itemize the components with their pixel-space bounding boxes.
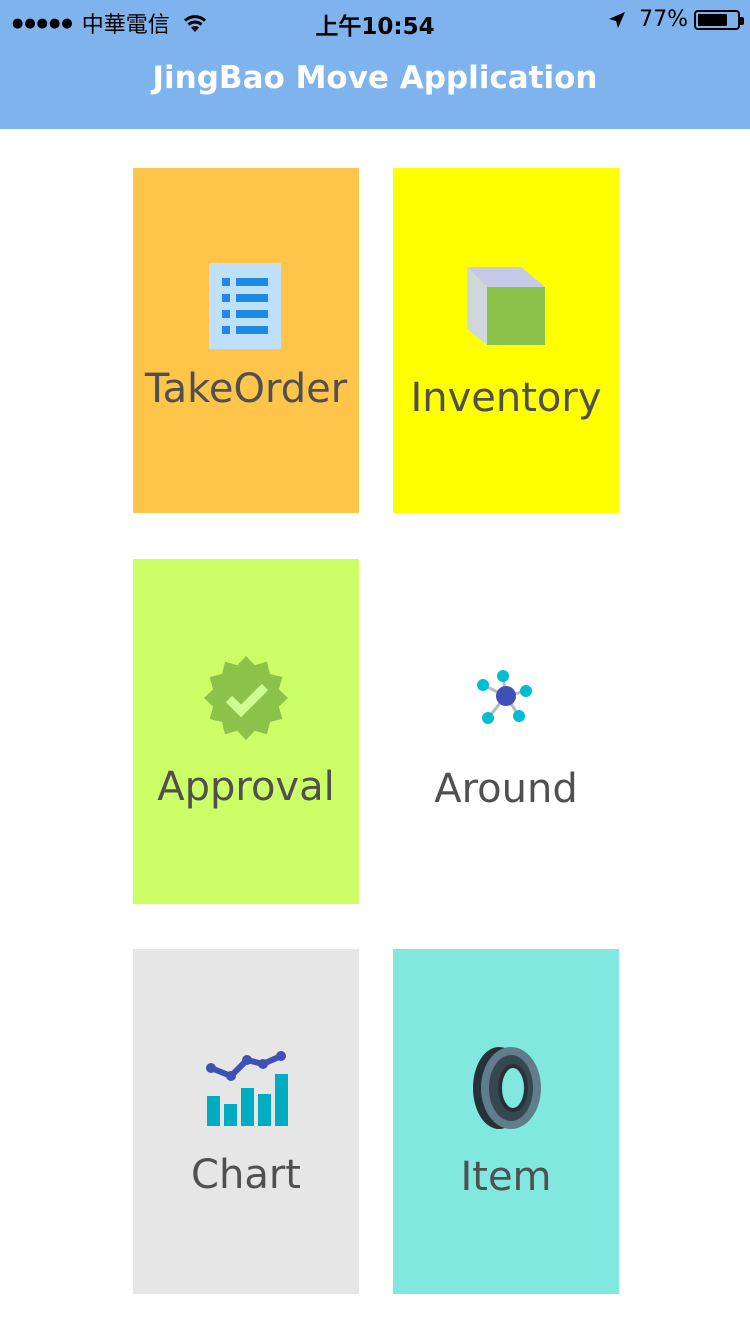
navigation-bar: ●●●●● 中華電信 上午10:54 77% JingBao Move Appl… (0, 0, 750, 129)
verified-badge-icon (204, 656, 288, 740)
tile-takeorder[interactable]: TakeOrder (133, 168, 359, 513)
tile-item[interactable]: Item (393, 949, 619, 1294)
bar-line-chart-icon (206, 1051, 288, 1126)
tile-around[interactable]: Around (393, 559, 619, 904)
location-arrow-icon (609, 11, 626, 28)
tire-icon (473, 1047, 541, 1129)
tile-label: Chart (191, 1152, 301, 1198)
tile-chart[interactable]: Chart (133, 949, 359, 1294)
app-title: JingBao Move Application (152, 60, 598, 96)
status-bar: ●●●●● 中華電信 上午10:54 77% (0, 0, 750, 42)
tile-label: Item (460, 1154, 552, 1200)
battery-percentage: 77% (639, 7, 688, 32)
battery-cap (740, 16, 744, 25)
tile-label: Around (434, 766, 578, 812)
list-document-icon (209, 263, 281, 349)
tile-label: Inventory (410, 375, 602, 421)
tile-inventory[interactable]: Inventory (393, 168, 619, 513)
tile-label: Approval (157, 764, 335, 810)
battery-fill (698, 13, 728, 26)
cube-box-icon (467, 267, 545, 345)
network-nodes-icon (477, 670, 532, 724)
battery-icon (694, 9, 744, 30)
tile-label: TakeOrder (144, 366, 348, 412)
tile-approval[interactable]: Approval (133, 559, 359, 904)
